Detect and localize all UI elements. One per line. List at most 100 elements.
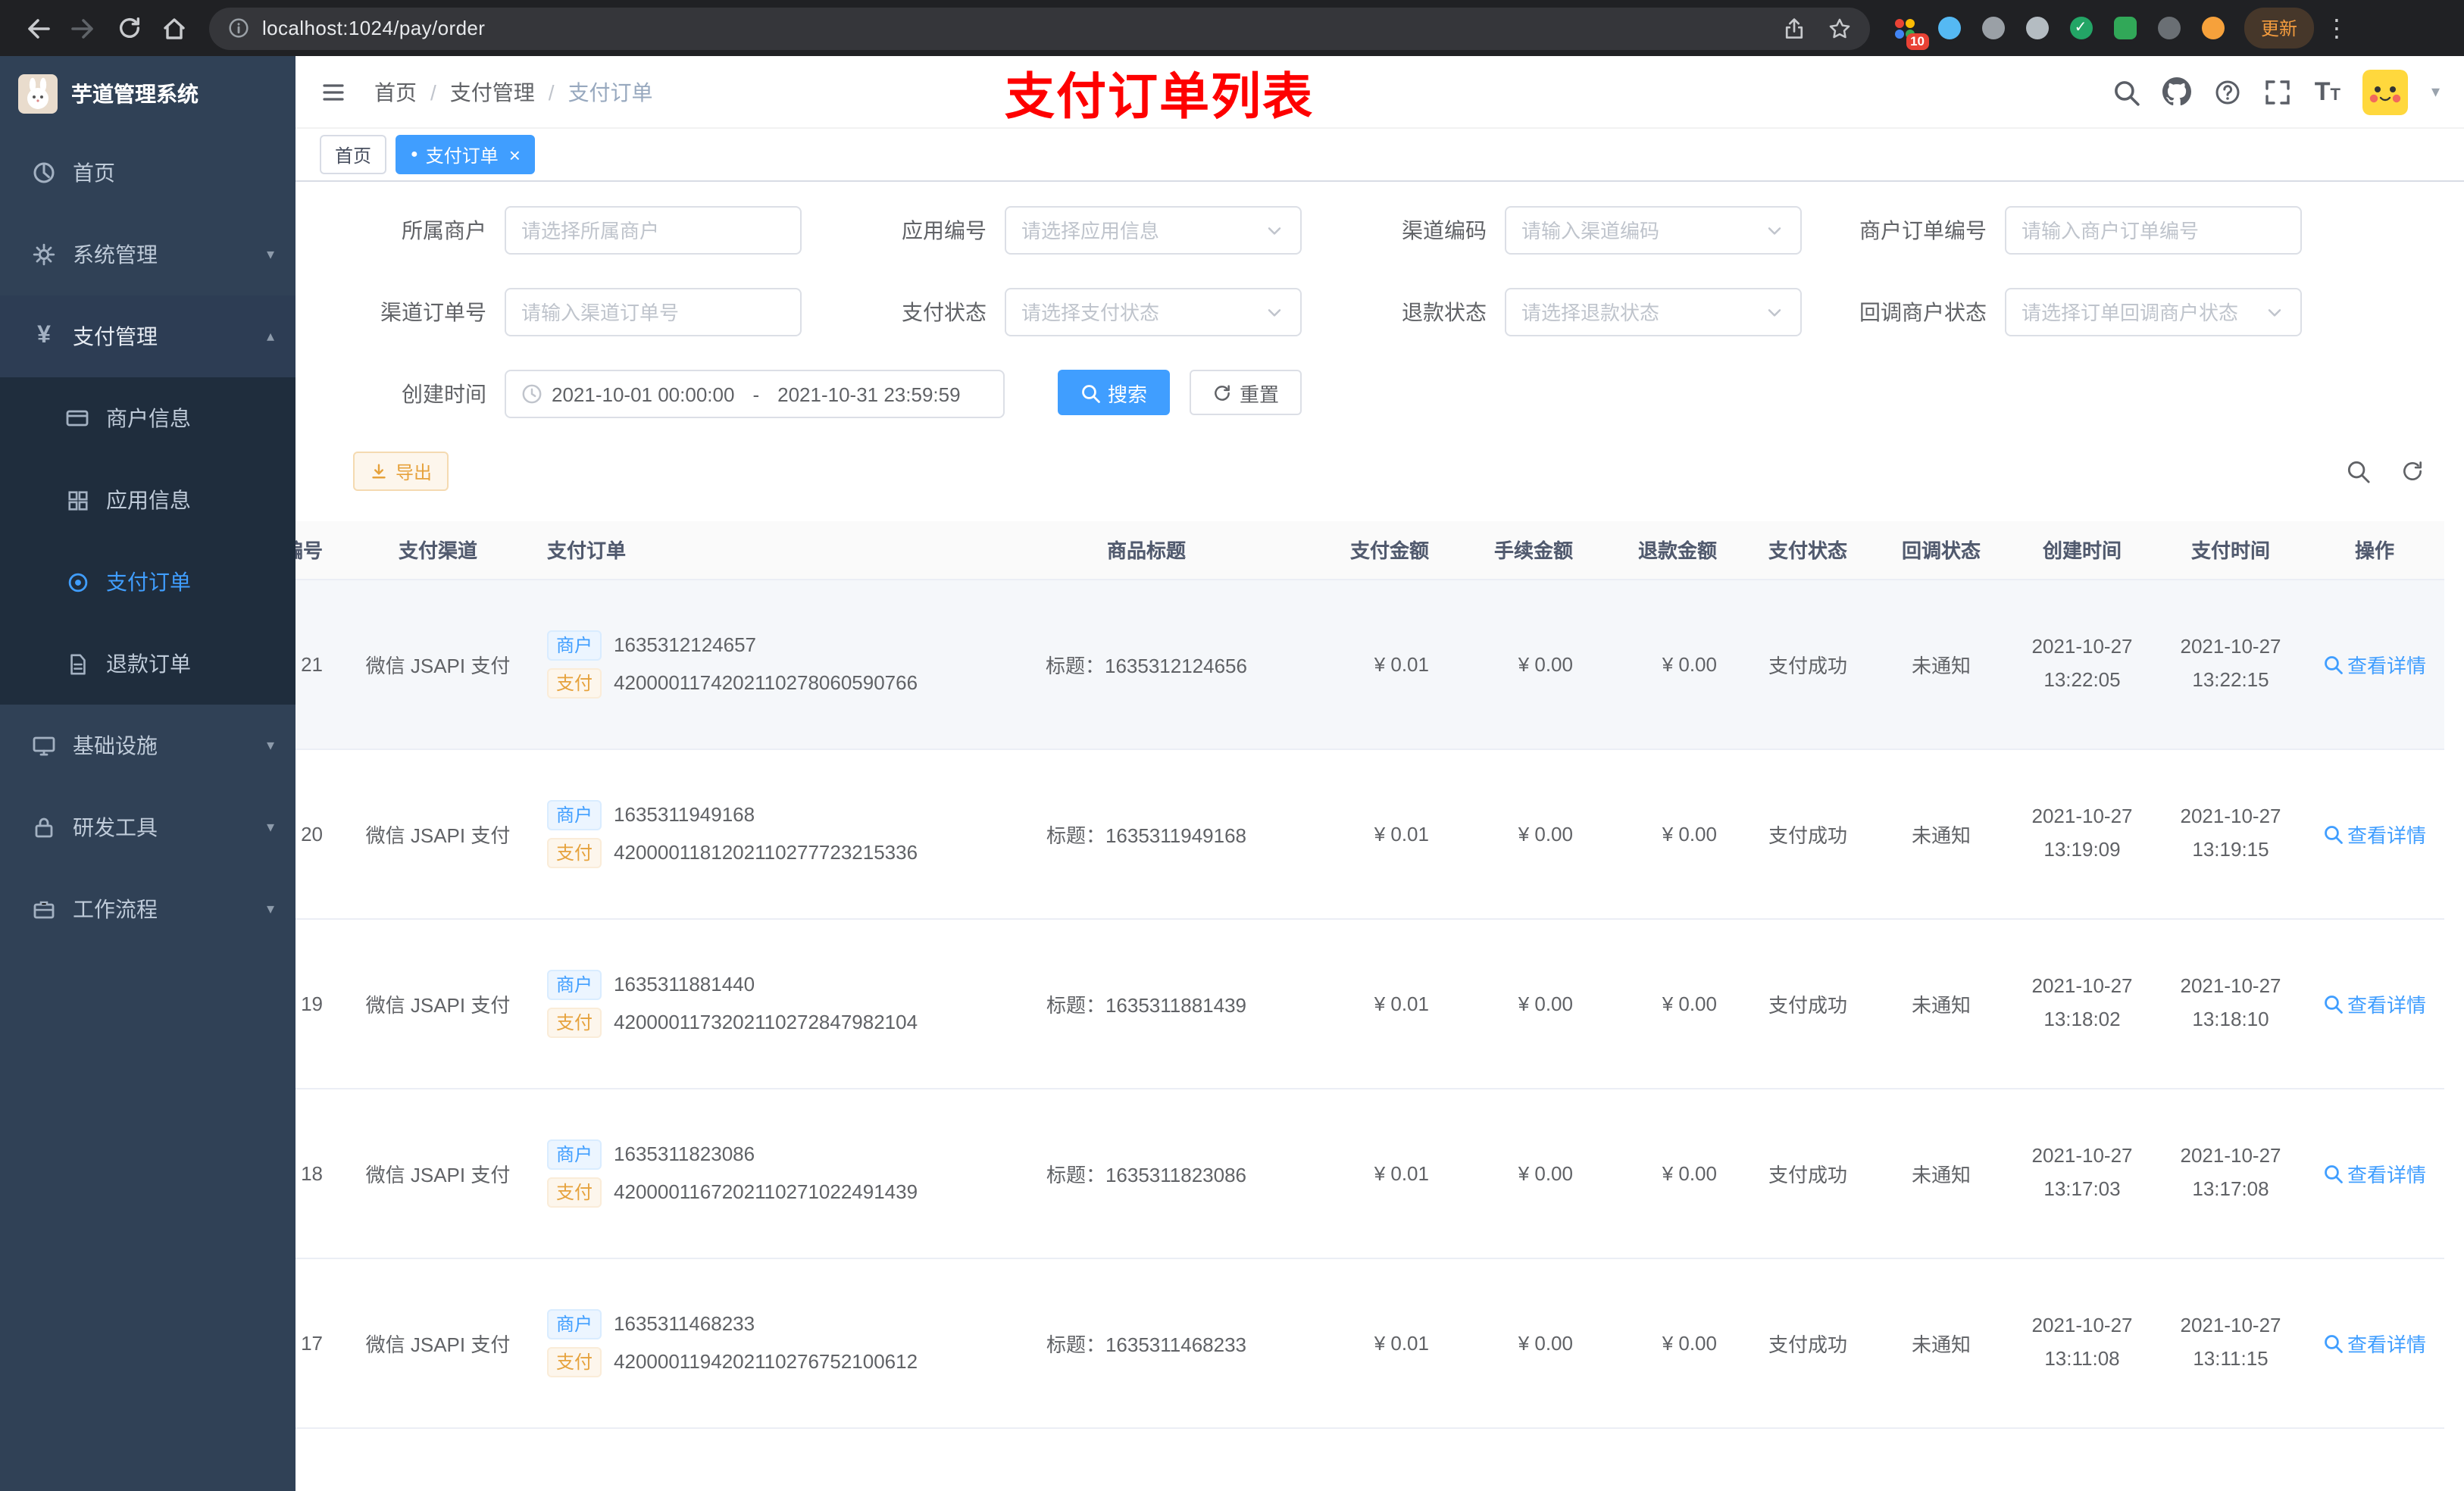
sidebar-item-app-info[interactable]: 应用信息: [0, 459, 295, 541]
merchant-order-no: 1635312124657: [614, 633, 757, 656]
browser-back-icon[interactable]: [15, 5, 61, 51]
app-select[interactable]: [1005, 206, 1302, 255]
palette-extension-icon[interactable]: 10: [1891, 14, 1929, 49]
browser-home-icon[interactable]: [152, 5, 197, 51]
pin-extension-icon[interactable]: [2155, 14, 2182, 42]
font-size-icon[interactable]: TT: [2315, 79, 2340, 105]
cell-title: 标题：1635312124656: [983, 579, 1309, 749]
sidebar-item-system[interactable]: 系统管理 ▾: [0, 214, 295, 295]
drop-extension-icon[interactable]: [1935, 14, 1962, 42]
sidebar-item-payment[interactable]: ¥ 支付管理 ▴: [0, 295, 295, 377]
fullscreen-icon[interactable]: [2265, 78, 2292, 105]
filter-label: 支付状态: [902, 300, 987, 324]
channel-code-input[interactable]: [1521, 219, 1764, 242]
view-detail-link[interactable]: 查看详情: [2323, 649, 2426, 678]
search-icon[interactable]: [2113, 78, 2140, 105]
merchant-tag: 商户: [547, 1139, 602, 1169]
merchant-input[interactable]: [521, 219, 785, 242]
filter-channel-code: 渠道编码: [1335, 206, 1802, 255]
merchant-order-no-input[interactable]: [2022, 219, 2285, 242]
sidebar-logo: 芋道管理系统: [0, 56, 295, 132]
chevron-down-icon: [1264, 302, 1285, 323]
browser-menu-icon[interactable]: ⋮: [2314, 5, 2359, 51]
avatar[interactable]: [2362, 69, 2409, 114]
collapse-menu-icon[interactable]: [320, 78, 347, 105]
merchant-order-line: 商户 1635311823086: [547, 1139, 974, 1169]
sidebar-item-workflow[interactable]: 工作流程 ▾: [0, 868, 295, 950]
browser-update-button[interactable]: 更新: [2244, 8, 2315, 48]
circle-extension-icon[interactable]: [2023, 14, 2050, 42]
sidebar-item-refund-order[interactable]: 退款订单: [0, 623, 295, 705]
app-select-input[interactable]: [1021, 219, 1264, 242]
breadcrumb-home[interactable]: 首页: [374, 77, 417, 107]
browser-reload-icon[interactable]: [106, 5, 152, 51]
url-text[interactable]: localhost:1024/pay/order: [262, 17, 485, 39]
channel-order-no-input[interactable]: [521, 301, 785, 324]
refund-status-input[interactable]: [1521, 301, 1764, 324]
search-button[interactable]: 搜索: [1058, 370, 1171, 415]
check-extension-icon[interactable]: ✓: [2067, 14, 2094, 42]
github-icon[interactable]: [2162, 77, 2192, 106]
merchant-order-no: 1635311949168: [614, 803, 755, 826]
close-icon[interactable]: ×: [509, 145, 521, 164]
view-detail-link[interactable]: 查看详情: [2323, 1328, 2426, 1357]
cell-create-time: [2008, 1427, 2156, 1491]
browser-toolbar: localhost:1024/pay/order 10 ✓ 更新 ⋮: [0, 0, 2464, 56]
cell-title: 标题：1635311468233: [983, 1258, 1309, 1428]
chat-extension-icon[interactable]: [2111, 14, 2138, 42]
share-icon[interactable]: [1782, 16, 1806, 40]
pay-status-input[interactable]: [1021, 301, 1264, 324]
sidebar-item-label: 研发工具: [73, 815, 158, 839]
address-bar[interactable]: localhost:1024/pay/order: [209, 7, 1870, 49]
cell-create-time: 2021-10-27 13:17:03: [2008, 1088, 2156, 1258]
pay-tag: 支付: [547, 837, 602, 867]
cell-pay-order: 商户 1635311881440 支付 42000011732021102728…: [529, 918, 983, 1089]
help-icon[interactable]: [2215, 78, 2242, 105]
sidebar-item-home[interactable]: 首页: [0, 132, 295, 214]
pay-status-select[interactable]: [1005, 288, 1302, 336]
bookmark-star-icon[interactable]: [1828, 16, 1852, 40]
logo-image: [18, 74, 58, 114]
sidebar-item-label: 应用信息: [106, 488, 191, 512]
channel-order-no-field[interactable]: [505, 288, 802, 336]
breadcrumb-pay-management[interactable]: 支付管理: [450, 77, 535, 107]
reset-button[interactable]: 重置: [1190, 370, 1302, 415]
notify-status-select[interactable]: [2005, 288, 2302, 336]
gray-extension-icon[interactable]: [1979, 14, 2006, 42]
browser-forward-icon[interactable]: [61, 5, 106, 51]
filter-label: 所属商户: [402, 218, 486, 242]
merchant-select[interactable]: [505, 206, 802, 255]
cell-notify-status: 未通知: [1875, 1258, 2008, 1428]
sidebar-item-label: 支付订单: [106, 570, 191, 594]
sidebar-item-merchant-info[interactable]: 商户信息: [0, 377, 295, 459]
view-detail-link[interactable]: 查看详情: [2323, 819, 2426, 848]
notify-status-input[interactable]: [2022, 301, 2264, 324]
pay-order-line: 支付 4200001167202110271022491439: [547, 1177, 974, 1207]
sidebar-item-infrastructure[interactable]: 基础设施 ▾: [0, 705, 295, 786]
toolbar-search-icon[interactable]: [2346, 459, 2370, 483]
search-button-label: 搜索: [1108, 383, 1148, 405]
filter-app: 应用编号: [835, 206, 1302, 255]
pay-order-line: 支付 4200001181202110277723215336: [547, 837, 974, 867]
filter-label: 回调商户状态: [1859, 300, 1987, 324]
refund-status-select[interactable]: [1505, 288, 1802, 336]
col-header-pay-amount: 支付金额: [1309, 521, 1453, 580]
view-detail-link[interactable]: 查看详情: [2323, 989, 2426, 1017]
sidebar-item-pay-order[interactable]: 支付订单: [0, 541, 295, 623]
site-info-icon[interactable]: [227, 17, 250, 39]
tab-home[interactable]: 首页: [320, 135, 387, 174]
view-detail-link[interactable]: 查看详情: [2323, 1158, 2426, 1187]
sidebar: 芋道管理系统 首页 系统管理 ▾ ¥ 支付管理 ▴ 商户信息 应用信息 支付订单…: [0, 56, 295, 1491]
channel-code-select[interactable]: [1505, 206, 1802, 255]
tab-pay-order[interactable]: ● 支付订单 ×: [396, 135, 536, 174]
toolbar-refresh-icon[interactable]: [2400, 459, 2425, 483]
sidebar-item-devtools[interactable]: 研发工具 ▾: [0, 786, 295, 868]
export-button[interactable]: 导出: [353, 452, 449, 491]
filter-create-time: 创建时间 2021-10-01 00:00:00 - 2021-10-31 23…: [335, 370, 1005, 418]
merchant-order-no-field[interactable]: [2005, 206, 2302, 255]
avatar-dropdown-caret-icon[interactable]: ▾: [2431, 82, 2440, 102]
merchant-order-line: 商户 1635311949168: [547, 799, 974, 830]
profile-avatar-icon[interactable]: [2199, 14, 2226, 42]
pay-order-no: 4200001173202110272847982104: [614, 1011, 918, 1033]
create-time-range-picker[interactable]: 2021-10-01 00:00:00 - 2021-10-31 23:59:5…: [505, 370, 1005, 418]
